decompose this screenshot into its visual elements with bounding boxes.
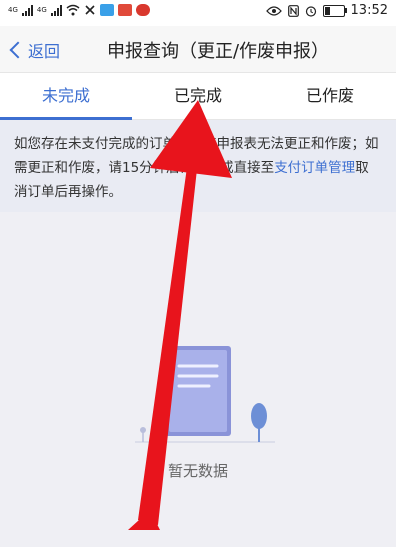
notice-text: 如您存在未支付完成的订单，则该申报表无法更正和作废；如需更正和作废，请15分钟后…: [0, 120, 396, 204]
page-title: 申报查询（更正/作废申报）: [106, 41, 330, 62]
tree-left-icon: [140, 427, 146, 442]
network-type-1: 4G: [8, 5, 18, 14]
status-bar: 4G 4G 13:52: [0, 0, 396, 26]
battery-icon: [322, 4, 347, 17]
tree-right-icon: [251, 403, 267, 442]
status-bar-left: 4G 4G: [8, 4, 150, 16]
tab-voided[interactable]: 已作废: [264, 73, 396, 119]
empty-state-text: 暂无数据: [167, 462, 228, 480]
tab-incomplete[interactable]: 未完成: [0, 73, 132, 120]
app-notification-icon-3: [135, 4, 150, 16]
clock: 13:52: [350, 3, 388, 18]
wifi-icon: [66, 4, 80, 16]
eye-icon: [265, 5, 282, 16]
signal-icon-2: [50, 4, 62, 16]
network-type-2: 4G: [36, 5, 47, 14]
alarm-icon: [305, 5, 316, 17]
app-notification-icon: [99, 4, 114, 16]
signal-icon: [21, 4, 33, 16]
app-notification-icon-2: [117, 4, 132, 16]
tab-completed[interactable]: 已完成: [132, 73, 264, 119]
tab-bar: 未完成 已完成 已作废: [0, 73, 396, 120]
nav-header: 返回 申报查询（更正/作废申报）: [0, 26, 396, 73]
content-area: 暂无数据: [0, 212, 396, 547]
empty-document-illustration: [135, 346, 275, 443]
payment-order-management-link[interactable]: 支付订单管理: [274, 160, 355, 176]
tools-icon: [85, 5, 95, 15]
notice-banner: 如您存在未支付完成的订单，则该申报表无法更正和作废；如需更正和作废，请15分钟后…: [0, 120, 396, 212]
status-bar-right: 13:52: [265, 3, 388, 18]
nfc-icon: [287, 4, 299, 17]
